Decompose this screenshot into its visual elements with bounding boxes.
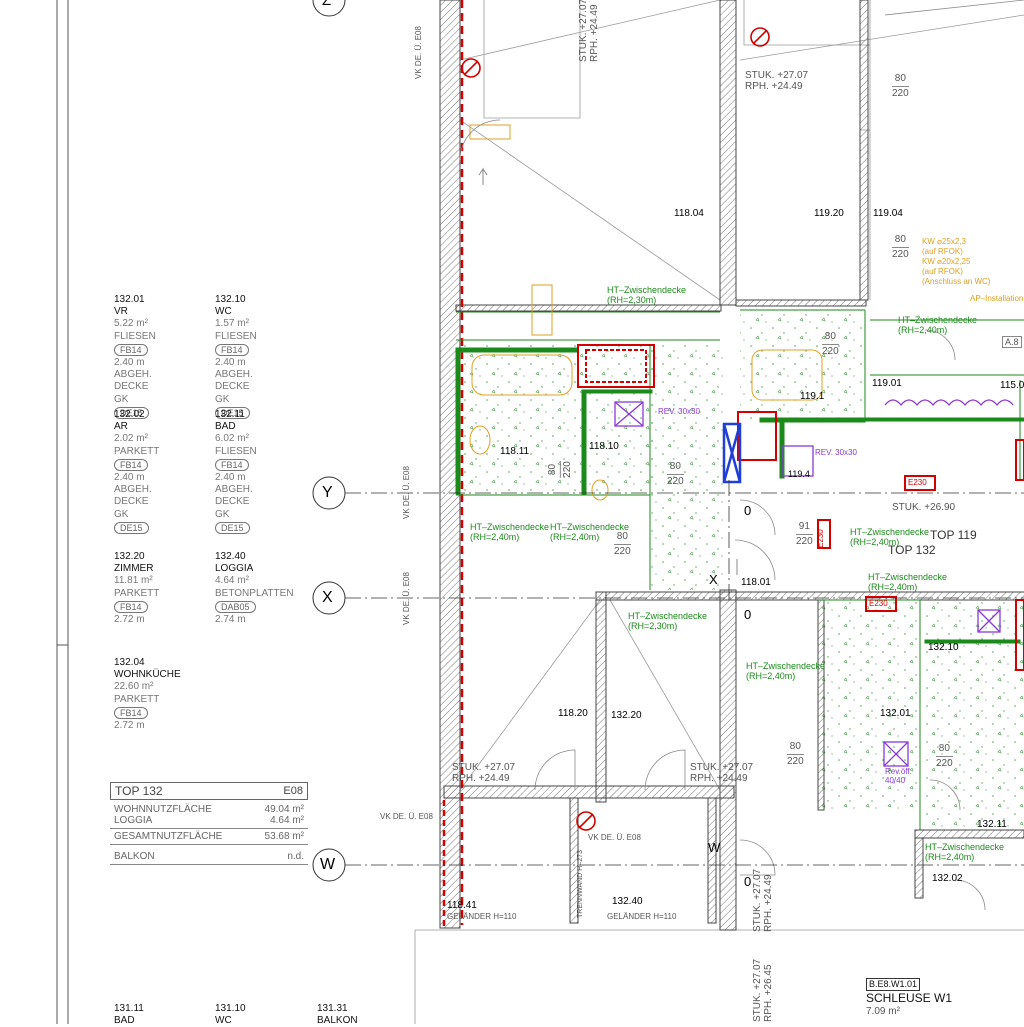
room-entry: 131.11 BAD <box>114 1003 144 1027</box>
summary-header: TOP 132 E08 <box>110 782 308 800</box>
room-entry: 132.02 AR 2.02 m² PARKETT FB14 2.40 m ABGEH… <box>114 409 160 534</box>
room-entry: 132.20 ZIMMER 11.81 m² PARKETT FB14 2.72 m <box>114 551 160 626</box>
axis-bubbles <box>312 0 346 882</box>
summary-title: TOP 132 <box>115 784 163 798</box>
room-entry: 132.04 WOHNKÜCHE 22.60 m² PARKETT FB14 2.7… <box>114 657 181 732</box>
room-entry: 132.01 VR 5.22 m² FLIESEN FB14 2.40 m ABGEH… <box>114 294 156 419</box>
room-entry: 131.31 BALKON <box>317 1003 358 1027</box>
room-entry: 132.40 LOGGIA 4.64 m² BETONPLATTEN DAB05 2… <box>215 551 294 626</box>
room-entry: 132.10 WC 1.57 m² FLIESEN FB14 2.40 m ABGEH… <box>215 294 257 419</box>
summary-level: E08 <box>283 785 303 797</box>
summary-row: BALKON n.d. <box>114 851 304 862</box>
room-entry: 131.10 WC <box>215 1003 246 1027</box>
summary-row: LOGGIA 4.64 m² <box>114 815 304 826</box>
bath-floor <box>456 345 656 495</box>
summary-row: WOHNNUTZFLÄCHE 49.04 m² <box>114 804 304 815</box>
room-entry: 132.11 BAD 6.02 m² FLIESEN FB14 2.40 m ABGE… <box>215 409 257 534</box>
summary-row: GESAMTNUTZFLÄCHE 53.68 m² <box>114 831 304 842</box>
unit-summary: TOP 132 E08 WOHNNUTZFLÄCHE 49.04 m² LOGGI… <box>110 782 308 867</box>
